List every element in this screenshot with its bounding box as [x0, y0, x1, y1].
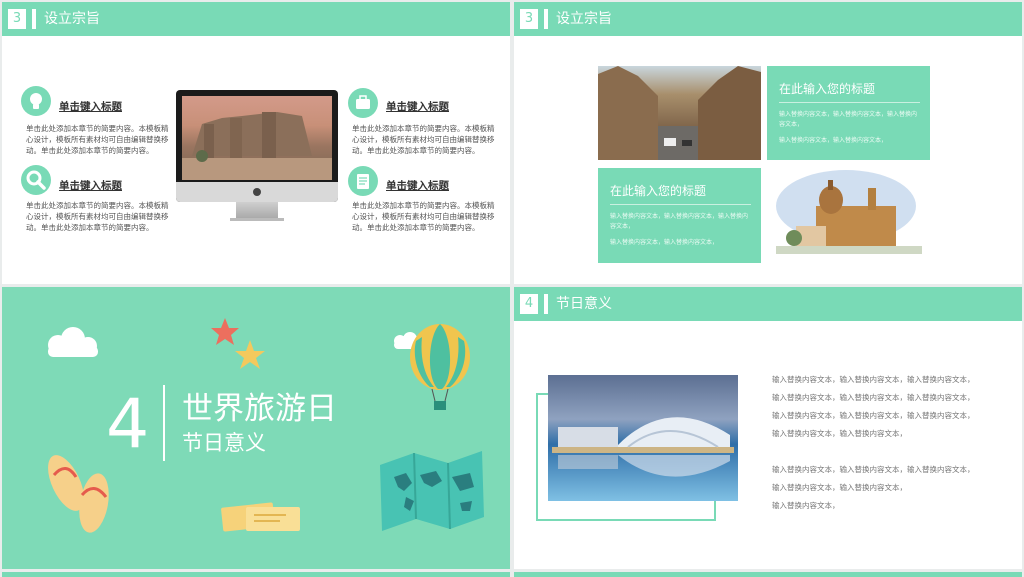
paragraph-line: 输入替换内容文本， [772, 501, 840, 510]
card-text: 输入替换内容文本，输入替换内容文本，输入替换内容文本， 输入替换内容文本，输入替… [610, 212, 751, 248]
slide-header: 4 节日意义 [514, 287, 1022, 321]
section-title: 设立宗旨 [556, 11, 612, 27]
card-text-line: 输入替换内容文本，输入替换内容文本， [779, 137, 888, 144]
cathedral-painting [776, 166, 922, 262]
feature-body: 单击此处添加本章节的简要内容。本模板精心设计，模板所有素材均可自由编辑替换移动。… [26, 201, 169, 232]
paragraph-block: 输入替换内容文本，输入替换内容文本，输入替换内容文本， 输入替换内容文本，输入替… [772, 371, 975, 443]
monitor-base [230, 218, 284, 221]
world-map-icon [376, 447, 488, 535]
feature-title: 单击键入标题 [386, 180, 449, 192]
architecture-photo [548, 375, 738, 501]
street-photo [598, 66, 761, 160]
card-text-line: 输入替换内容文本，输入替换内容文本， [610, 239, 719, 246]
card-title: 在此输入您的标题 [779, 82, 876, 96]
feature-title: 单击键入标题 [59, 180, 122, 192]
vertical-divider [163, 385, 165, 461]
briefcase-icon [348, 88, 378, 118]
card-text-line: 输入替换内容文本，输入替换内容文本，输入替换内容文本， [610, 213, 749, 230]
hot-air-balloon-icon [408, 323, 472, 415]
slide-thumbnail-3[interactable]: 4 世界旅游日 节日意义 [2, 287, 510, 569]
next-slide-header-strip [2, 572, 510, 577]
tickets-icon [220, 499, 302, 533]
apple-logo-icon [253, 188, 261, 196]
card-divider [610, 204, 751, 205]
slide-thumbnail-4[interactable]: 4 节日意义 输入替换内容文本，输入替换内容文本，输入替换内容文本， 输入替换内… [514, 287, 1022, 569]
slide-header: 3 设立宗旨 [2, 2, 510, 36]
paragraph-line: 输入替换内容文本，输入替换内容文本，输入替换内容文本， [772, 411, 975, 420]
document-icon [348, 166, 378, 196]
text-card: 在此输入您的标题 输入替换内容文本，输入替换内容文本，输入替换内容文本， 输入替… [598, 168, 761, 263]
card-text: 输入替换内容文本，输入替换内容文本，输入替换内容文本， 输入替换内容文本，输入替… [779, 110, 920, 146]
feature-body: 单击此处添加本章节的简要内容。本模板精心设计，模板所有素材均可自由编辑替换移动。… [26, 124, 169, 155]
slide-header: 3 设立宗旨 [514, 2, 1022, 36]
card-title: 在此输入您的标题 [610, 184, 707, 198]
feature-title: 单击键入标题 [386, 101, 449, 113]
search-icon [21, 165, 51, 195]
paragraph-block: 输入替换内容文本，输入替换内容文本，输入替换内容文本， 输入替换内容文本，输入替… [772, 461, 975, 515]
paragraph-line: 输入替换内容文本，输入替换内容文本， [772, 429, 907, 438]
card-text-line: 输入替换内容文本，输入替换内容文本，输入替换内容文本， [779, 111, 918, 128]
header-divider [32, 9, 36, 29]
section-number: 3 [520, 9, 538, 29]
lightbulb-icon [21, 86, 51, 116]
paragraph-line: 输入替换内容文本，输入替换内容文本，输入替换内容文本， [772, 375, 975, 384]
feature-title: 单击键入标题 [59, 101, 122, 113]
desert-fortress-photo [182, 96, 332, 180]
section-title: 节日意义 [556, 296, 612, 312]
section-main-title: 世界旅游日 [182, 391, 337, 427]
paragraph-line: 输入替换内容文本，输入替换内容文本，输入替换内容文本， [772, 465, 975, 474]
feature-body: 单击此处添加本章节的简要内容。本模板精心设计，模板所有素材均可自由编辑替换移动。… [352, 124, 495, 155]
flip-flops-icon [44, 447, 116, 539]
feature-body: 单击此处添加本章节的简要内容。本模板精心设计，模板所有素材均可自由编辑替换移动。… [352, 201, 495, 232]
starfish-icon [234, 339, 266, 371]
section-number: 3 [8, 9, 26, 29]
header-divider [544, 9, 548, 29]
section-subtitle: 节日意义 [182, 431, 266, 455]
paragraph-line: 输入替换内容文本，输入替换内容文本， [772, 483, 907, 492]
slide-thumbnail-2[interactable]: 3 设立宗旨 在此输入您的标题 输入替换内容文本，输入替换内容文本，输入替换内容… [514, 2, 1022, 284]
imac-illustration [176, 90, 338, 224]
section-title: 设立宗旨 [44, 11, 100, 27]
monitor-stand [236, 202, 278, 218]
paragraph-line: 输入替换内容文本，输入替换内容文本，输入替换内容文本， [772, 393, 975, 402]
header-divider [544, 294, 548, 314]
next-slide-header-strip [514, 572, 1022, 577]
section-number: 4 [520, 294, 538, 314]
cloud-icon [40, 327, 104, 357]
text-card: 在此输入您的标题 输入替换内容文本，输入替换内容文本，输入替换内容文本， 输入替… [767, 66, 930, 160]
card-divider [779, 102, 920, 103]
slide-thumbnail-1[interactable]: 3 设立宗旨 单击键入标题 单击此处添加本章节的简要内容。本模板精心设计，模板所… [2, 2, 510, 284]
